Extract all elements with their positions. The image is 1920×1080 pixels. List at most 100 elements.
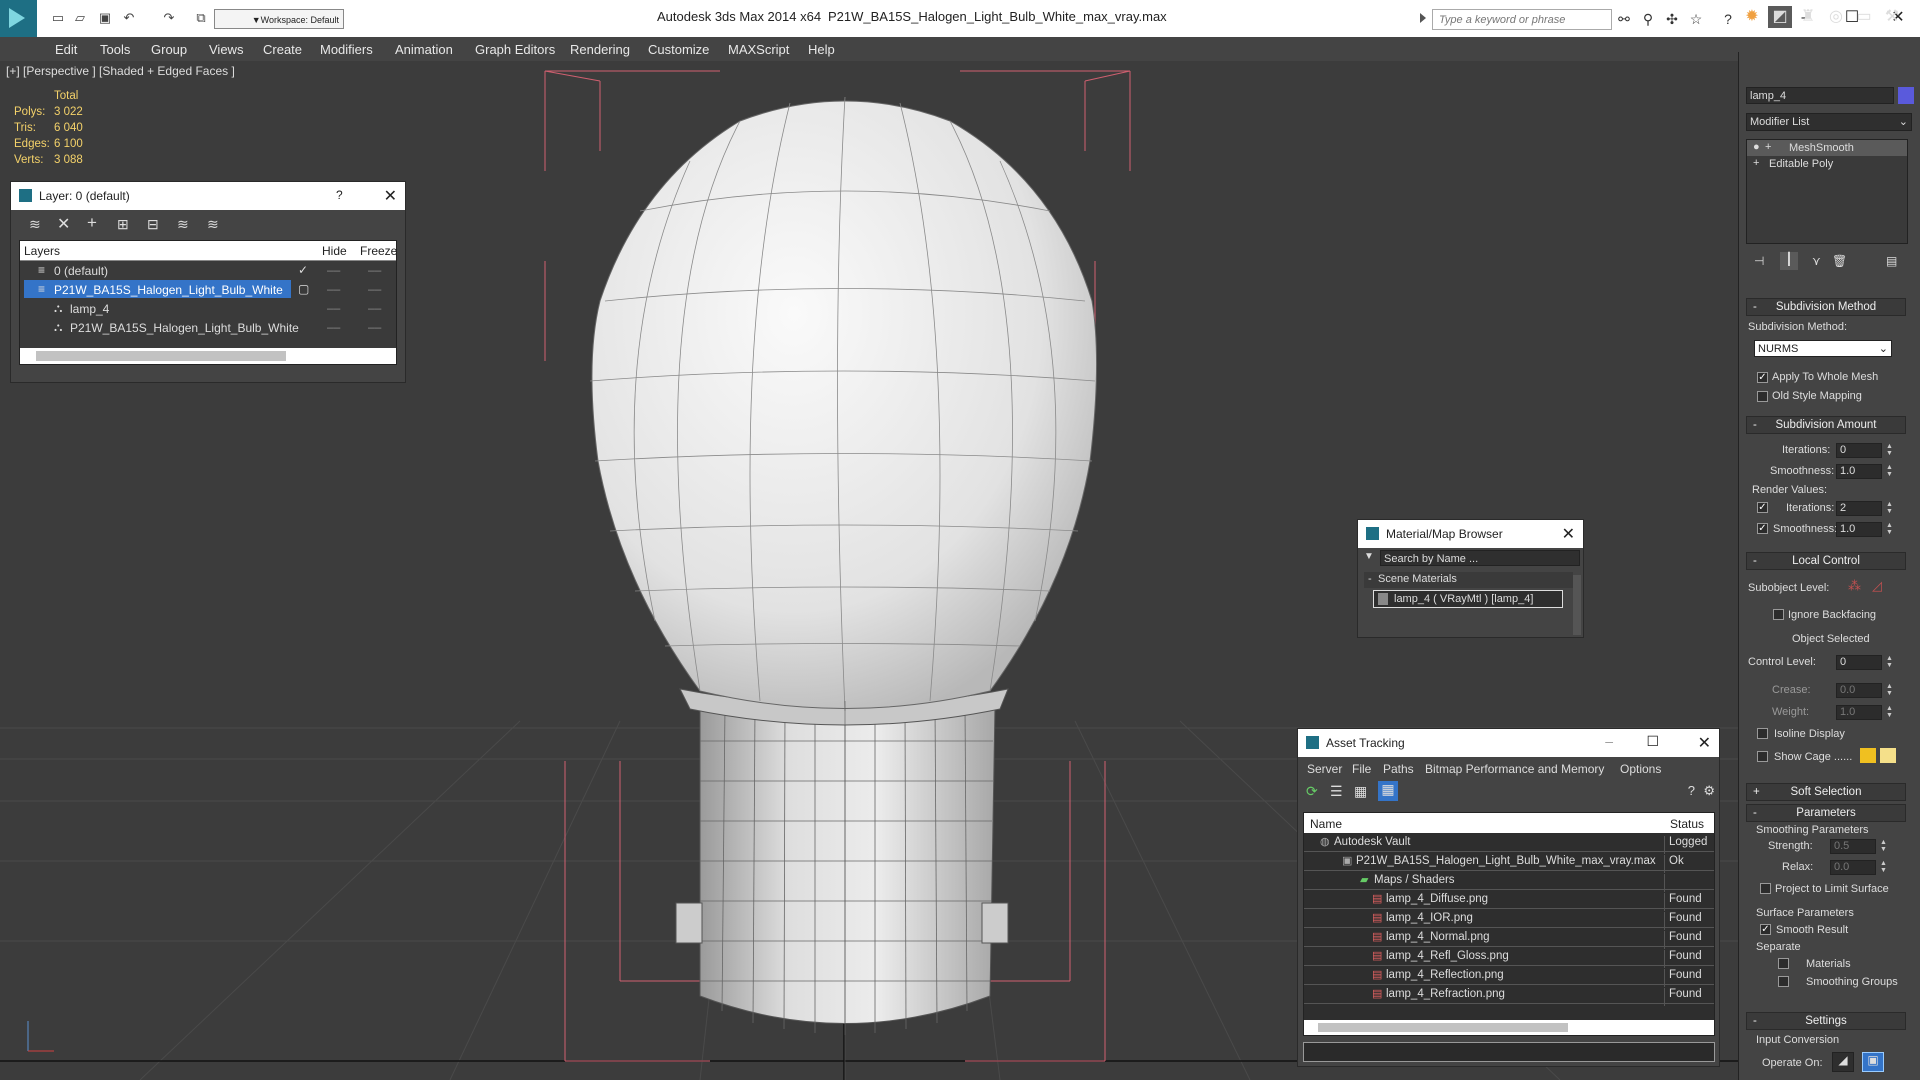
operate-on-polygons-icon[interactable]: ▣ [1862, 1052, 1884, 1072]
relax-spinner[interactable]: 0.0 [1830, 860, 1876, 875]
freeze-all-layers-icon[interactable]: ≋ [207, 216, 219, 233]
delete-layer-icon[interactable]: ✕ [57, 214, 70, 234]
apply-whole-mesh-checkbox[interactable]: ✓ [1757, 372, 1768, 383]
asset-row[interactable]: ▤ lamp_4_Refraction.png Found [1304, 985, 1714, 1006]
separate-smoothing-groups-checkbox[interactable] [1778, 976, 1789, 987]
menu-views[interactable]: Views [209, 42, 243, 57]
list-view-icon[interactable]: ☰ [1330, 783, 1343, 800]
rollout-subdivision-method[interactable]: Subdivision Method [1746, 298, 1906, 316]
communication-icon[interactable]: ✣ [1664, 11, 1680, 27]
menu-tools[interactable]: Tools [100, 42, 130, 57]
utilities-tab-icon[interactable]: ⚒ [1880, 6, 1904, 28]
spinner-arrows-icon[interactable]: ▲ ▼ [1886, 655, 1894, 670]
expand-search-icon[interactable] [1420, 13, 1426, 23]
configure-modifier-sets-icon[interactable]: ▤ [1886, 254, 1897, 268]
col-name[interactable]: Name [1310, 817, 1342, 831]
scrollbar-thumb[interactable] [36, 351, 286, 361]
object-color-swatch[interactable] [1898, 87, 1914, 104]
col-hide[interactable]: Hide [322, 244, 347, 258]
isoline-display-checkbox[interactable] [1757, 728, 1768, 739]
subdivision-method-dropdown[interactable]: NURMS ⌄ [1754, 340, 1892, 357]
modifier-list-dropdown[interactable]: Modifier List ⌄ [1746, 113, 1912, 131]
menu-rendering[interactable]: Rendering [570, 42, 630, 57]
menu-help[interactable]: Help [808, 42, 835, 57]
old-style-mapping-checkbox[interactable] [1757, 391, 1768, 402]
asset-row[interactable]: ▤ lamp_4_Reflection.png Found [1304, 966, 1714, 987]
lightbulb-icon[interactable]: ● [1753, 141, 1760, 153]
table-view-icon[interactable]: ▦ [1378, 781, 1398, 801]
rollout-local-control[interactable]: Local Control [1746, 552, 1906, 570]
layer-row[interactable]: ≡ 0 (default) ✓ –– –– [20, 261, 396, 280]
ignore-backfacing-checkbox[interactable] [1773, 609, 1784, 620]
spinner-arrows-icon[interactable]: ▲ ▼ [1886, 705, 1894, 720]
viewport-label[interactable]: [+] [Perspective ] [Shaded + Edged Faces… [6, 64, 235, 78]
open-file-icon[interactable]: ▱ [71, 10, 89, 26]
display-tab-icon[interactable]: ▭ [1852, 6, 1876, 28]
close-icon[interactable]: ✕ [384, 186, 397, 206]
material-item[interactable]: lamp_4 ( VRayMtl ) [lamp_4] [1373, 590, 1563, 608]
highlight-layer-icon[interactable]: ⊟ [147, 216, 159, 233]
col-status[interactable]: Status [1670, 817, 1704, 831]
remove-modifier-icon[interactable]: 🗑 [1832, 254, 1847, 268]
add-to-layer-icon[interactable]: + [87, 213, 97, 233]
material-search-input[interactable]: Search by Name ... [1380, 550, 1580, 566]
edge-subobject-icon[interactable]: ◿ [1872, 578, 1882, 594]
asset-row[interactable]: ▤ lamp_4_Refl_Gloss.png Found [1304, 947, 1714, 968]
hide-toggle[interactable]: –– [327, 320, 340, 334]
expand-icon[interactable]: + [1753, 157, 1759, 169]
motion-tab-icon[interactable]: ◎ [1824, 6, 1848, 28]
iterations-spinner[interactable]: 0 [1836, 443, 1882, 458]
object-name-field[interactable]: lamp_4 [1746, 87, 1894, 104]
asset-row[interactable]: ▣ P21W_BA15S_Halogen_Light_Bulb_White_max… [1304, 852, 1714, 873]
layer-props-icon[interactable]: ▢ [298, 282, 309, 296]
layer-row-selected[interactable]: ≡ P21W_BA15S_Halogen_Light_Bulb_White ▢ –– –… [20, 280, 396, 299]
menu-server[interactable]: Server [1307, 762, 1342, 776]
crease-spinner[interactable]: 0.0 [1836, 683, 1882, 698]
spinner-arrows-icon[interactable]: ▲ ▼ [1886, 464, 1894, 479]
object-row[interactable]: ⛬ lamp_4 –– –– [20, 299, 396, 318]
menu-customize[interactable]: Customize [648, 42, 709, 57]
render-iterations-checkbox[interactable]: ✓ [1757, 502, 1768, 513]
asset-row[interactable]: ◍ Autodesk Vault Logged [1304, 833, 1714, 854]
binoculars-icon[interactable]: ⚯ [1616, 11, 1632, 27]
hide-all-layers-icon[interactable]: ≋ [177, 216, 189, 233]
freeze-toggle[interactable]: –– [368, 320, 381, 334]
project-folder-icon[interactable]: ⧉ [192, 10, 210, 26]
stack-item-editable-poly[interactable]: + Editable Poly [1747, 156, 1907, 172]
filter-icon[interactable]: ▼ [1364, 551, 1374, 562]
asset-row[interactable]: ▤ lamp_4_IOR.png Found [1304, 909, 1714, 930]
pin-stack-icon[interactable]: ⊣ [1754, 254, 1764, 268]
separate-materials-checkbox[interactable] [1778, 958, 1789, 969]
select-in-layer-icon[interactable]: ⊞ [117, 216, 129, 233]
maximize-icon[interactable]: ☐ [1646, 733, 1659, 750]
menu-file[interactable]: File [1352, 762, 1371, 776]
menu-graph-editors[interactable]: Graph Editors [475, 42, 555, 57]
scrollbar-thumb[interactable] [1318, 1023, 1568, 1032]
show-cage-checkbox[interactable] [1757, 751, 1768, 762]
help-icon[interactable]: ? [1688, 783, 1695, 798]
undo-icon[interactable]: ↶ [120, 10, 138, 26]
horizontal-scrollbar[interactable] [1304, 1020, 1714, 1035]
menu-animation[interactable]: Animation [395, 42, 453, 57]
menu-create[interactable]: Create [263, 42, 302, 57]
spinner-arrows-icon[interactable]: ▲ ▼ [1880, 860, 1888, 875]
asset-row[interactable]: ▤ lamp_4_Normal.png Found [1304, 928, 1714, 949]
save-file-icon[interactable]: ▣ [96, 10, 114, 26]
weight-spinner[interactable]: 1.0 [1836, 705, 1882, 720]
create-tab-icon[interactable]: ✹ [1740, 6, 1764, 28]
redo-icon[interactable]: ↷ [160, 10, 178, 26]
favorites-star-icon[interactable]: ☆ [1688, 11, 1704, 27]
app-logo-icon[interactable] [0, 0, 37, 37]
search-input[interactable]: Type a keyword or phrase [1432, 9, 1612, 30]
asset-row[interactable]: ▰ Maps / Shaders [1304, 871, 1714, 892]
modify-tab-icon[interactable]: ◩ [1768, 6, 1792, 28]
spinner-arrows-icon[interactable]: ▲ ▼ [1886, 522, 1894, 537]
spinner-arrows-icon[interactable]: ▲ ▼ [1886, 501, 1894, 516]
col-freeze[interactable]: Freeze [360, 244, 397, 258]
menu-group[interactable]: Group [151, 42, 187, 57]
smoothness-spinner[interactable]: 1.0 [1836, 464, 1882, 479]
render-smoothness-spinner[interactable]: 1.0 [1836, 522, 1882, 537]
current-layer-check-icon[interactable]: ✓ [298, 263, 308, 277]
col-layers[interactable]: Layers [24, 244, 60, 258]
hide-toggle[interactable]: –– [327, 282, 340, 296]
